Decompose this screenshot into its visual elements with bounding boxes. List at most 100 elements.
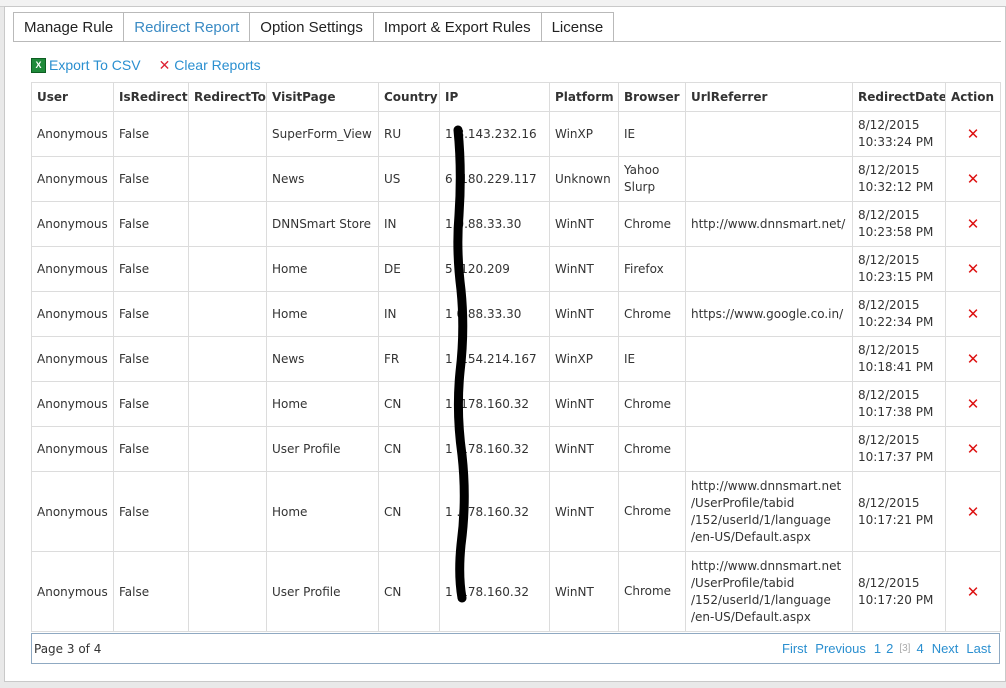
cell-user: Anonymous — [31, 156, 114, 202]
cell-is-redirect: False — [113, 156, 189, 202]
pager-first[interactable]: First — [782, 634, 807, 664]
cell-url-referrer — [685, 111, 853, 157]
export-csv-button[interactable]: X Export To CSV — [31, 57, 141, 73]
cell-url-referrer — [685, 336, 853, 382]
delete-icon[interactable]: ✕ — [967, 440, 980, 458]
cell-redirect-to — [188, 246, 267, 292]
pager-previous[interactable]: Previous — [815, 634, 866, 664]
table-row: Anonymous False SuperForm_View RU 1 8.143.23… — [31, 111, 1001, 157]
pager-next[interactable]: Next — [932, 634, 959, 664]
cell-ip: 1 0.88.33.30 — [439, 201, 550, 247]
column-header[interactable]: Browser — [618, 82, 686, 112]
tab-import-export-rules[interactable]: Import & Export Rules — [372, 12, 542, 41]
tab-option-settings[interactable]: Option Settings — [249, 12, 374, 41]
cell-platform: WinNT — [549, 291, 619, 337]
cell-is-redirect: False — [113, 336, 189, 382]
cell-country: IN — [378, 291, 440, 337]
pager-info: Page 3 of 4 — [34, 642, 102, 656]
column-header[interactable]: UrlReferrer — [685, 82, 853, 112]
pager: Page 3 of 4 First Previous 1 2 [3] 4 Nex… — [31, 633, 1000, 664]
cell-country: US — [378, 156, 440, 202]
column-header[interactable]: RedirectTo — [188, 82, 267, 112]
cell-visit-page: Home — [266, 291, 379, 337]
cell-action: ✕ — [945, 156, 1001, 202]
cell-browser: Firefox — [618, 246, 686, 292]
column-header[interactable]: VisitPage — [266, 82, 379, 112]
cell-ip: 1 8.143.232.16 — [439, 111, 550, 157]
tab-bar: Manage Rule Redirect Report Option Setti… — [13, 12, 615, 42]
delete-icon[interactable]: ✕ — [967, 260, 980, 278]
cell-is-redirect: False — [113, 246, 189, 292]
cell-platform: Unknown — [549, 156, 619, 202]
column-header[interactable]: IsRedirect — [113, 82, 189, 112]
cell-redirect-to — [188, 426, 267, 472]
column-header[interactable]: User — [31, 82, 114, 112]
cell-is-redirect: False — [113, 551, 189, 632]
cell-ip: 5 .120.209 — [439, 246, 550, 292]
cell-platform: WinNT — [549, 381, 619, 427]
cell-url-referrer: http://www.dnnsmart.net /UserProfile/tab… — [685, 471, 853, 552]
cell-visit-page: User Profile — [266, 551, 379, 632]
table-row: Anonymous False User Profile CN 1 .178.160.3… — [31, 551, 1001, 632]
cell-visit-page: SuperForm_View — [266, 111, 379, 157]
redirect-report-table: User IsRedirect RedirectTo VisitPage Cou… — [31, 82, 1001, 632]
cell-action: ✕ — [945, 551, 1001, 632]
delete-icon[interactable]: ✕ — [967, 583, 980, 601]
cell-user: Anonymous — [31, 551, 114, 632]
cell-redirect-date: 8/12/2015 10:32:12 PM — [852, 156, 946, 202]
cell-is-redirect: False — [113, 291, 189, 337]
column-header[interactable]: RedirectDate — [852, 82, 946, 112]
cell-browser: Chrome — [618, 201, 686, 247]
pager-page-1[interactable]: 1 — [874, 634, 881, 664]
column-header[interactable]: Country — [378, 82, 440, 112]
cell-visit-page: User Profile — [266, 426, 379, 472]
delete-icon[interactable]: ✕ — [967, 395, 980, 413]
cell-country: CN — [378, 381, 440, 427]
cell-url-referrer — [685, 381, 853, 427]
delete-icon[interactable]: ✕ — [967, 215, 980, 233]
cell-user: Anonymous — [31, 291, 114, 337]
cell-platform: WinNT — [549, 201, 619, 247]
cell-ip: 1 .178.160.32 — [439, 426, 550, 472]
cell-browser: Yahoo Slurp — [618, 156, 686, 202]
column-header[interactable]: IP — [439, 82, 550, 112]
table-row: Anonymous False Home IN 1 0.88.33.30 WinNT Chr… — [31, 291, 1001, 337]
cell-country: DE — [378, 246, 440, 292]
delete-icon[interactable]: ✕ — [967, 305, 980, 323]
cell-is-redirect: False — [113, 426, 189, 472]
cell-visit-page: News — [266, 156, 379, 202]
column-header[interactable]: Platform — [549, 82, 619, 112]
pager-page-4[interactable]: 4 — [916, 634, 923, 664]
pager-page-2[interactable]: 2 — [886, 634, 893, 664]
delete-icon[interactable]: ✕ — [967, 125, 980, 143]
cell-redirect-to — [188, 201, 267, 247]
delete-icon[interactable]: ✕ — [967, 350, 980, 368]
cell-action: ✕ — [945, 426, 1001, 472]
cell-redirect-date: 8/12/2015 10:33:24 PM — [852, 111, 946, 157]
table-header-row: User IsRedirect RedirectTo VisitPage Cou… — [31, 82, 1001, 112]
cell-user: Anonymous — [31, 201, 114, 247]
clear-reports-button[interactable]: ✕ Clear Reports — [159, 57, 261, 73]
cell-redirect-date: 8/12/2015 10:17:20 PM — [852, 551, 946, 632]
cell-country: RU — [378, 111, 440, 157]
cell-url-referrer: https://www.google.co.in/ — [685, 291, 853, 337]
cell-country: CN — [378, 551, 440, 632]
cell-user: Anonymous — [31, 471, 114, 552]
cell-browser: Chrome — [618, 426, 686, 472]
tab-redirect-report[interactable]: Redirect Report — [123, 12, 251, 42]
cell-country: IN — [378, 201, 440, 247]
delete-icon[interactable]: ✕ — [967, 170, 980, 188]
table-row: Anonymous False News FR 1 .154.214.167 WinXP I… — [31, 336, 1001, 382]
cell-action: ✕ — [945, 471, 1001, 552]
cell-action: ✕ — [945, 111, 1001, 157]
delete-icon[interactable]: ✕ — [967, 503, 980, 521]
tab-license[interactable]: License — [540, 12, 615, 41]
clear-reports-label: Clear Reports — [174, 57, 261, 73]
cell-platform: WinNT — [549, 551, 619, 632]
pager-last[interactable]: Last — [966, 634, 991, 664]
cell-ip: 1 0.88.33.30 — [439, 291, 550, 337]
cell-ip: 1 .178.160.32 — [439, 381, 550, 427]
tab-manage-rule[interactable]: Manage Rule — [13, 12, 125, 41]
table-row: Anonymous False News US 6 .180.229.117 Unknow… — [31, 156, 1001, 202]
cell-redirect-date: 8/12/2015 10:23:15 PM — [852, 246, 946, 292]
